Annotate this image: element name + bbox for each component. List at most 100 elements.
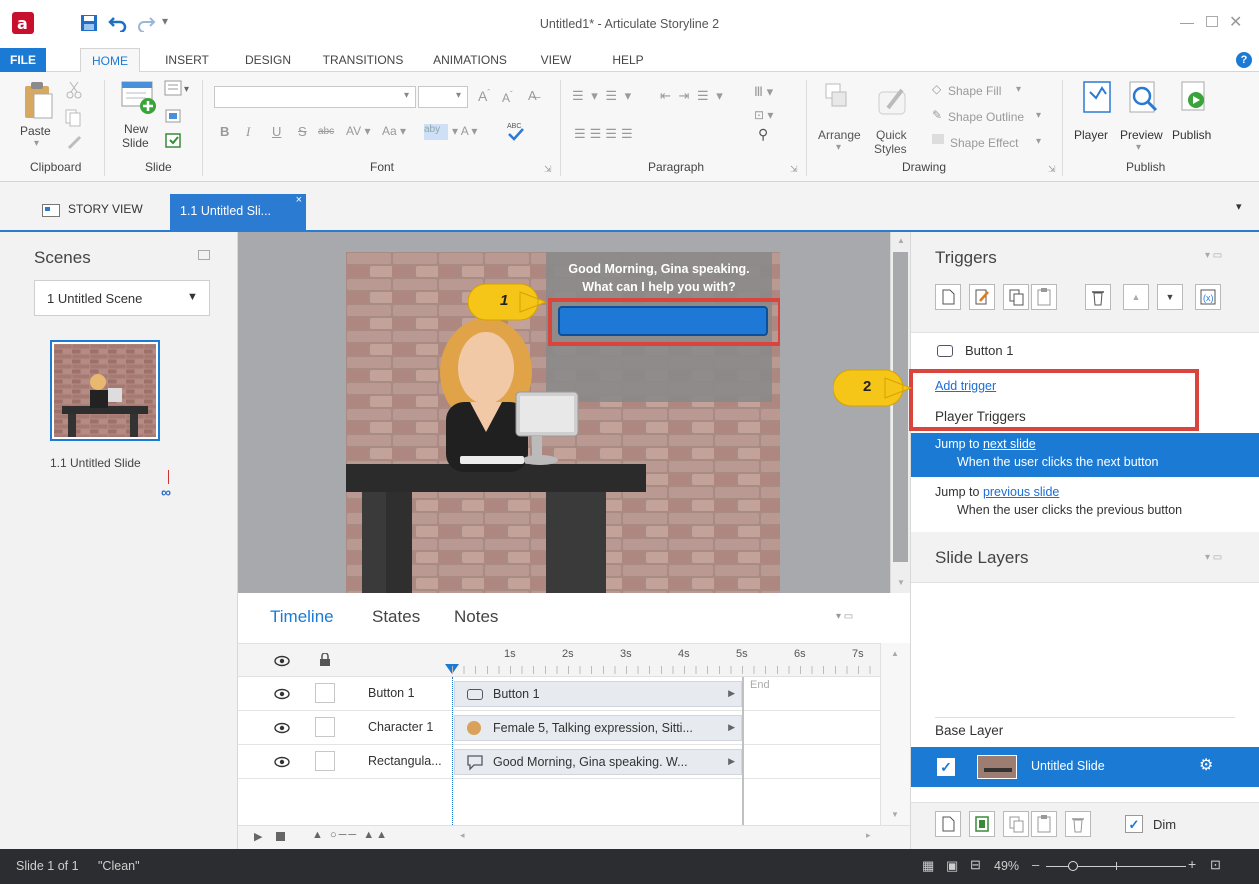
trigger-item-next-slide[interactable]: Jump to next slide When the user clicks … bbox=[911, 433, 1259, 477]
delete-layer-button[interactable] bbox=[1065, 811, 1091, 837]
scroll-right-icon[interactable]: ▸ bbox=[866, 830, 871, 841]
story-view-status-icon[interactable]: ▦ bbox=[922, 858, 934, 874]
dim-checkbox[interactable]: ✓ bbox=[1125, 815, 1143, 833]
font-family-select[interactable]: ▾ bbox=[214, 86, 416, 108]
new-layer-button[interactable] bbox=[935, 811, 961, 837]
shape-outline-label[interactable]: Shape Outline bbox=[948, 110, 1024, 124]
spelling-icon[interactable]: ABC bbox=[506, 120, 526, 142]
shape-effect-label[interactable]: Shape Effect bbox=[950, 136, 1019, 150]
trigger-target-link[interactable]: previous slide bbox=[983, 485, 1059, 499]
timeline-bar[interactable]: Good Morning, Gina speaking. W... ▶ bbox=[454, 749, 742, 775]
fit-to-window-icon[interactable]: ⊡ bbox=[1210, 857, 1221, 873]
gear-icon[interactable]: ⚙ bbox=[1199, 755, 1213, 775]
preview-dropdown-icon[interactable]: ▾ bbox=[1136, 142, 1141, 153]
visibility-eye-icon[interactable] bbox=[274, 754, 290, 770]
scene-dropdown[interactable]: 1 Untitled Scene ▼ bbox=[34, 280, 210, 316]
shape-fill-icon[interactable]: ◇ bbox=[932, 82, 941, 96]
underline-icon[interactable]: U bbox=[272, 124, 281, 139]
timeline-row-character-1[interactable]: Character 1 Female 5, Talking expression… bbox=[238, 711, 880, 745]
stop-icon[interactable] bbox=[276, 832, 285, 841]
tab-slide-1-1[interactable]: 1.1 Untitled Sli... × bbox=[170, 194, 306, 232]
shape-effect-icon[interactable] bbox=[932, 134, 944, 144]
find-icon[interactable]: ⚲ bbox=[758, 126, 768, 143]
normal-view-icon[interactable]: ▣ bbox=[946, 858, 958, 874]
timeline-options-icon[interactable]: ▾ ▭ bbox=[836, 611, 853, 622]
clear-formatting-icon[interactable]: A̶ bbox=[528, 88, 537, 103]
copy-trigger-button[interactable] bbox=[1003, 284, 1029, 310]
scroll-left-icon[interactable]: ◂ bbox=[460, 830, 465, 841]
timeline-bar[interactable]: Button 1 ▶ bbox=[454, 681, 742, 707]
bullets-icon[interactable]: ☰ ▾ ☰ ▾ bbox=[572, 88, 633, 104]
align-text-icon[interactable]: ⊡ ▾ bbox=[754, 108, 773, 122]
strikethrough-icon[interactable]: S bbox=[298, 124, 307, 139]
new-slide-icon[interactable] bbox=[120, 80, 158, 116]
slide-sorter-icon[interactable]: ⊟ bbox=[970, 857, 981, 873]
paragraph-dialog-launcher-icon[interactable]: ⇲ bbox=[790, 164, 798, 175]
slide-stage[interactable]: Good Morning, Gina speaking. What can I … bbox=[346, 252, 780, 593]
zoom-slider-thumb[interactable] bbox=[1068, 861, 1078, 871]
alignment-icons[interactable]: ☰☰☰☰ bbox=[574, 126, 637, 142]
tab-design[interactable]: DESIGN bbox=[240, 48, 296, 72]
zoom-in-icon[interactable]: + bbox=[1188, 856, 1196, 872]
preview-icon[interactable] bbox=[1126, 80, 1160, 116]
canvas-vertical-scrollbar[interactable]: ▲ ▼ bbox=[890, 232, 910, 593]
italic-icon[interactable]: I bbox=[246, 124, 250, 140]
slide-link-icon[interactable]: ∞ bbox=[161, 484, 171, 500]
minimize-button[interactable]: — bbox=[1180, 14, 1194, 30]
tab-transitions[interactable]: TRANSITIONS bbox=[316, 48, 410, 72]
grow-font-icon[interactable]: Aˆ bbox=[478, 88, 490, 104]
lock-checkbox[interactable] bbox=[315, 717, 335, 737]
slide-thumbnail[interactable] bbox=[50, 340, 160, 441]
font-size-select[interactable]: ▾ bbox=[418, 86, 468, 108]
paste-icon[interactable] bbox=[22, 80, 56, 122]
tab-home[interactable]: HOME bbox=[80, 48, 140, 72]
layer-visibility-checkbox[interactable]: ✓ bbox=[937, 758, 955, 776]
font-color-icon[interactable]: ▾ A ▾ bbox=[452, 124, 477, 138]
new-trigger-button[interactable] bbox=[935, 284, 961, 310]
manage-variables-button[interactable]: (x) bbox=[1195, 284, 1221, 310]
duplicate-layer-button[interactable] bbox=[969, 811, 995, 837]
text-direction-icon[interactable]: Ⅲ ▾ bbox=[754, 84, 773, 100]
character-spacing-icon[interactable]: AV ▾ bbox=[346, 124, 370, 138]
publish-icon[interactable] bbox=[1176, 80, 1210, 116]
edit-trigger-button[interactable] bbox=[969, 284, 995, 310]
copy-layer-button[interactable] bbox=[1003, 811, 1029, 837]
paste-trigger-button[interactable] bbox=[1031, 284, 1057, 310]
paste-layer-button[interactable] bbox=[1031, 811, 1057, 837]
timeline-zoom-slider[interactable]: ▲ ○── ▲▲ bbox=[312, 829, 389, 841]
timeline-row-button-1[interactable]: Button 1 Button 1 ▶ End bbox=[238, 677, 880, 711]
drawing-dialog-launcher-icon[interactable]: ⇲ bbox=[1048, 164, 1056, 175]
trigger-item-previous-slide[interactable]: Jump to previous slide When the user cli… bbox=[911, 481, 1259, 525]
help-icon[interactable]: ? bbox=[1236, 52, 1252, 68]
tabs-overflow-icon[interactable]: ▾ bbox=[1236, 200, 1242, 213]
bold-icon[interactable]: B bbox=[220, 124, 229, 139]
player-icon[interactable] bbox=[1080, 80, 1114, 116]
delete-trigger-button[interactable] bbox=[1085, 284, 1111, 310]
move-trigger-down-button[interactable]: ▼ bbox=[1157, 284, 1183, 310]
paste-dropdown-icon[interactable]: ▾ bbox=[34, 138, 39, 149]
tab-timeline[interactable]: Timeline bbox=[270, 607, 334, 627]
strikethrough-abc-icon[interactable]: abc bbox=[318, 126, 334, 137]
font-dialog-launcher-icon[interactable]: ⇲ bbox=[544, 164, 552, 175]
zoom-out-icon[interactable]: – bbox=[1032, 857, 1039, 872]
slide-button-1[interactable] bbox=[558, 306, 768, 336]
layers-options-icon[interactable]: ▾ ▭ bbox=[1205, 552, 1222, 563]
visibility-eye-icon[interactable] bbox=[274, 686, 290, 702]
close-button[interactable]: ✕ bbox=[1229, 12, 1242, 32]
visibility-eye-icon[interactable] bbox=[274, 720, 290, 736]
bar-expand-icon[interactable]: ▶ bbox=[728, 722, 735, 733]
play-icon[interactable]: ▶ bbox=[254, 830, 262, 843]
format-painter-icon[interactable] bbox=[66, 134, 86, 152]
cut-icon[interactable] bbox=[64, 80, 84, 100]
indent-icon[interactable]: ⇤ ⇥ ☰ ▾ bbox=[660, 88, 725, 104]
base-layer-row[interactable]: ✓ Untitled Slide ⚙ bbox=[911, 747, 1259, 787]
shape-outline-icon[interactable]: ✎ bbox=[932, 108, 942, 122]
trigger-target-link[interactable]: next slide bbox=[983, 437, 1036, 451]
timeline-vertical-scrollbar[interactable]: ▲ ▼ bbox=[880, 643, 910, 825]
tab-notes[interactable]: Notes bbox=[454, 607, 498, 627]
tab-insert[interactable]: INSERT bbox=[160, 48, 214, 72]
arrange-icon[interactable] bbox=[822, 82, 852, 116]
timeline-row-rectangular-callout[interactable]: Rectangula... Good Morning, Gina speakin… bbox=[238, 745, 880, 779]
quick-styles-icon[interactable] bbox=[876, 84, 912, 118]
close-tab-icon[interactable]: × bbox=[296, 194, 302, 206]
